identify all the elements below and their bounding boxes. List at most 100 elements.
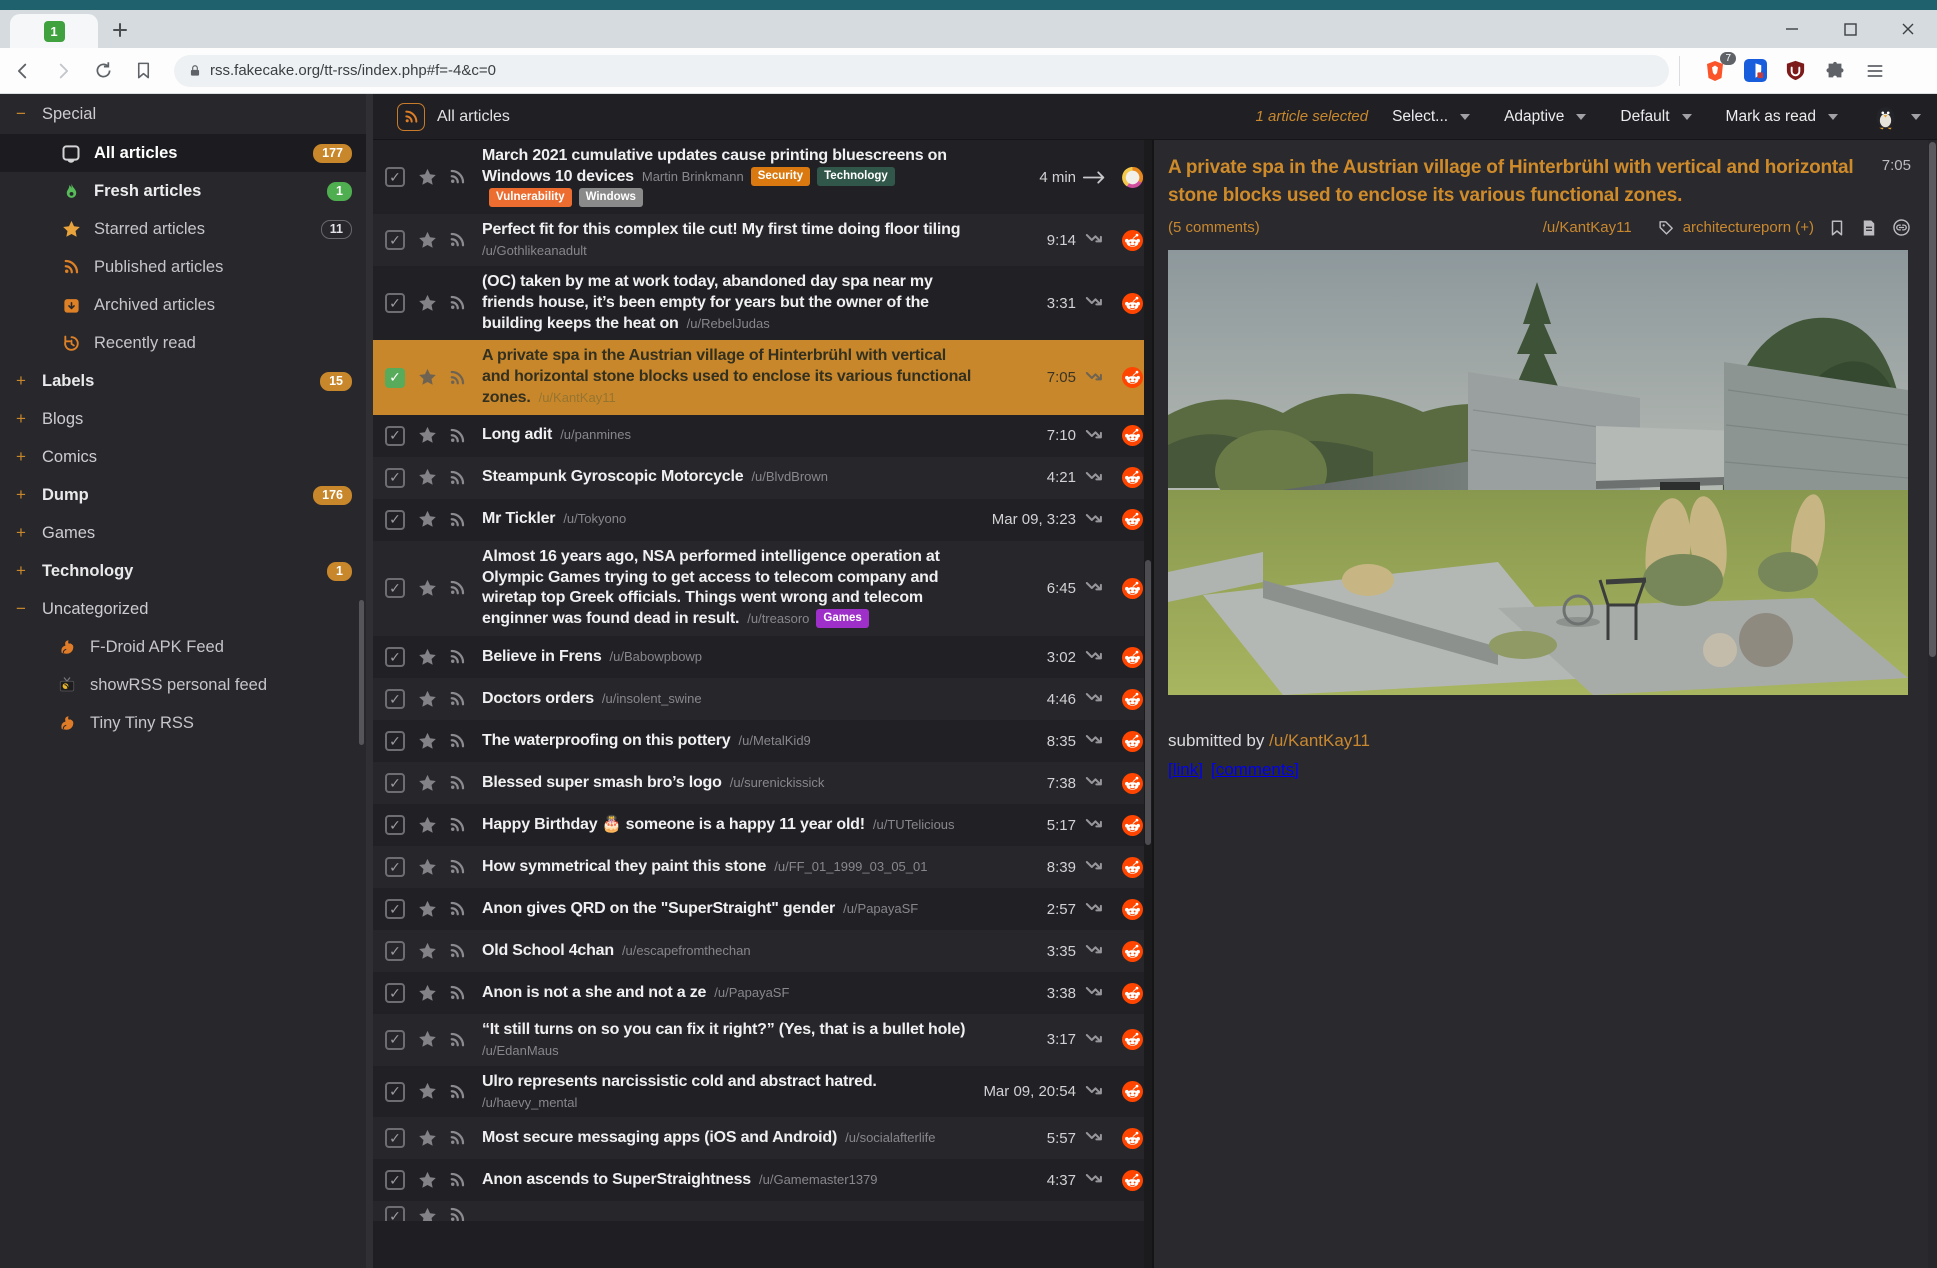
sidebar-item-recently-read[interactable]: Recently read (0, 324, 366, 362)
publish-icon[interactable] (1076, 426, 1114, 446)
article-checkbox[interactable]: ✓ (385, 731, 405, 751)
forward-icon[interactable] (46, 54, 80, 88)
article-checkbox[interactable]: ✓ (385, 1128, 405, 1148)
article-checkbox[interactable]: ✓ (385, 167, 405, 187)
publish-icon[interactable] (1076, 731, 1114, 751)
sidebar-item-all-articles[interactable]: All articles177 (0, 134, 366, 172)
article-tag[interactable]: Vulnerability (489, 188, 572, 207)
sidebar-scrollbar[interactable] (359, 600, 364, 745)
sidebar-category-labels[interactable]: +Labels15 (0, 362, 366, 400)
publish-icon[interactable] (1076, 578, 1114, 598)
sidebar-category-special[interactable]: −Special (0, 94, 366, 134)
article-checkbox[interactable]: ✓ (385, 1170, 405, 1190)
headlines-scrollbar[interactable] (1144, 140, 1152, 1268)
sort-dropdown[interactable]: Default (1620, 108, 1691, 126)
article-title[interactable]: Anon ascends to SuperStraightness (482, 1171, 751, 1188)
article-checkbox[interactable]: ✓ (385, 426, 405, 446)
bookmark-icon[interactable] (1828, 219, 1846, 237)
star-icon[interactable] (417, 773, 438, 794)
article-title-link[interactable]: A private spa in the Austrian village of… (1168, 154, 1868, 209)
article-row[interactable]: ✓Mr Tickler/u/TokyonoMar 09, 3:23 (373, 499, 1152, 541)
close-button[interactable] (1879, 10, 1937, 48)
article-title[interactable]: Old School 4chan (482, 942, 614, 959)
sidebar-feed-showrss-personal-feed[interactable]: showRSS personal feed (0, 666, 366, 704)
publish-icon[interactable] (1076, 1128, 1114, 1148)
sidebar-item-published-articles[interactable]: Published articles (0, 248, 366, 286)
article-tag[interactable]: Games (816, 609, 868, 628)
article-tags-link[interactable]: architectureporn (+) (1683, 219, 1814, 236)
star-icon[interactable] (417, 1206, 438, 1221)
article-checkbox[interactable]: ✓ (385, 510, 405, 530)
star-icon[interactable] (417, 941, 438, 962)
article-checkbox[interactable]: ✓ (385, 899, 405, 919)
publish-icon[interactable] (1076, 468, 1114, 488)
publish-icon[interactable] (1076, 689, 1114, 709)
star-icon[interactable] (417, 367, 438, 388)
expand-collapse-icon[interactable]: + (16, 561, 42, 581)
article-row[interactable]: ✓Ulro represents narcissistic cold and a… (373, 1066, 1152, 1118)
article-row[interactable]: ✓How symmetrical they paint this stone/u… (373, 846, 1152, 888)
article-row[interactable]: ✓Perfect fit for this complex tile cut! … (373, 214, 1152, 266)
profile-menu[interactable] (1872, 103, 1921, 130)
expand-collapse-icon[interactable]: + (16, 447, 42, 467)
star-icon[interactable] (417, 467, 438, 488)
bitwarden-icon[interactable] (1740, 56, 1770, 86)
article-row[interactable]: ✓Steampunk Gyroscopic Motorcycle/u/BlvdB… (373, 457, 1152, 499)
sidebar-feed-f-droid-apk-feed[interactable]: F-Droid APK Feed (0, 628, 366, 666)
article-row[interactable]: ✓The waterproofing on this pottery/u/Met… (373, 720, 1152, 762)
publish-icon[interactable] (1076, 941, 1114, 961)
expand-collapse-icon[interactable]: + (16, 371, 42, 391)
article-row[interactable]: ✓Blessed super smash bro’s logo/u/sureni… (373, 762, 1152, 804)
article-title[interactable]: Mr Tickler (482, 510, 555, 527)
address-bar[interactable]: rss.fakecake.org/tt-rss/index.php#f=-4&c… (174, 55, 1669, 87)
publish-icon[interactable] (1076, 983, 1114, 1003)
new-tab-button[interactable] (106, 16, 134, 44)
article-checkbox[interactable]: ✓ (385, 1082, 405, 1102)
article-checkbox[interactable]: ✓ (385, 773, 405, 793)
expand-collapse-icon[interactable]: − (16, 104, 42, 124)
expand-collapse-icon[interactable]: + (16, 409, 42, 429)
article-checkbox[interactable]: ✓ (385, 1030, 405, 1050)
article-title[interactable]: Blessed super smash bro’s logo (482, 774, 722, 791)
article-row[interactable]: ✓ Almost 16 years ago, NSA performed inte… (373, 541, 1152, 636)
publish-icon[interactable] (1076, 773, 1114, 793)
sidebar-item-starred-articles[interactable]: Starred articles11 (0, 210, 366, 248)
sidebar-category-blogs[interactable]: +Blogs (0, 400, 366, 438)
sidebar-item-fresh-articles[interactable]: Fresh articles1 (0, 172, 366, 210)
article-row[interactable]: ✓(OC) taken by me at work today, abandon… (373, 266, 1152, 340)
publish-icon[interactable] (1076, 1030, 1114, 1050)
star-icon[interactable] (417, 293, 438, 314)
article-row[interactable]: ✓Long adit/u/panmines7:10 (373, 415, 1152, 457)
publish-icon[interactable] (1076, 368, 1114, 388)
sidebar-category-dump[interactable]: +Dump176 (0, 476, 366, 514)
article-checkbox[interactable]: ✓ (385, 941, 405, 961)
article-image[interactable] (1168, 250, 1908, 695)
publish-icon[interactable] (1076, 293, 1114, 313)
star-icon[interactable] (417, 1029, 438, 1050)
article-title[interactable]: Almost 16 years ago, NSA performed intel… (482, 548, 940, 627)
publish-icon[interactable] (1076, 647, 1114, 667)
sidebar-item-archived-articles[interactable]: Archived articles (0, 286, 366, 324)
star-icon[interactable] (417, 1128, 438, 1149)
back-icon[interactable] (6, 54, 40, 88)
select-dropdown[interactable]: Select... (1392, 108, 1470, 126)
sidebar-category-technology[interactable]: +Technology1 (0, 552, 366, 590)
article-checkbox[interactable]: ✓ (385, 578, 405, 598)
article-checkbox[interactable]: ✓ (385, 647, 405, 667)
article-title[interactable]: Anon is not a she and not a ze (482, 984, 706, 1001)
browser-tab[interactable]: 1 (10, 14, 98, 48)
article-checkbox[interactable]: ✓ (385, 815, 405, 835)
article-row[interactable]: ✓Believe in Frens/u/Babowpbowp3:02 (373, 636, 1152, 678)
comments-link[interactable]: (5 comments) (1168, 219, 1260, 236)
publish-icon[interactable] (1076, 899, 1114, 919)
publish-icon[interactable] (1076, 1170, 1114, 1190)
star-icon[interactable] (417, 857, 438, 878)
comments-external-link[interactable]: [comments] (1211, 760, 1299, 780)
bookmark-toolbar-icon[interactable] (126, 54, 160, 88)
expand-collapse-icon[interactable]: − (16, 599, 42, 619)
sidebar-splitter[interactable] (366, 94, 373, 1268)
article-row[interactable]: ✓Old School 4chan/u/escapefromthechan3:3… (373, 930, 1152, 972)
reader-scrollbar[interactable] (1928, 140, 1937, 1268)
view-mode-dropdown[interactable]: Adaptive (1504, 108, 1586, 126)
article-row[interactable]: ✓ (373, 1201, 1152, 1221)
